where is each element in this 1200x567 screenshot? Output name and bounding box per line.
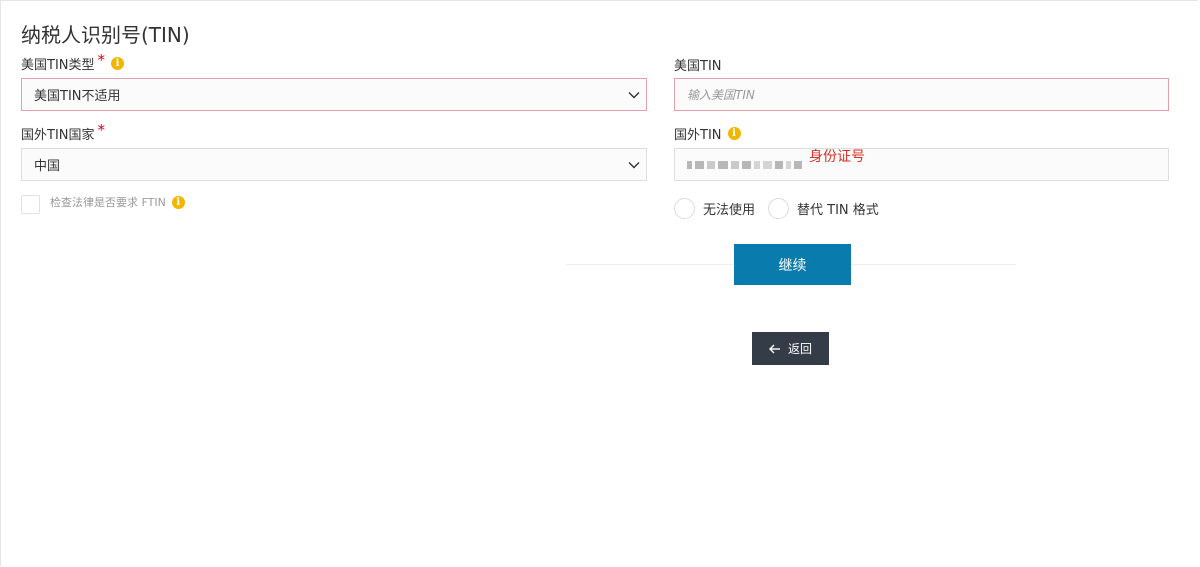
back-button[interactable]: 返回	[752, 332, 829, 365]
us-tin-placeholder: 输入美国TIN	[687, 88, 755, 102]
radio-button[interactable]	[768, 198, 789, 219]
required-mark: *	[97, 120, 106, 139]
us-tin-type-selected-value: 美国TIN不适用	[34, 89, 121, 104]
ftin-checkbox-label-text: 检查法律是否要求 FTIN	[50, 196, 166, 209]
ftin-checkbox[interactable]	[21, 195, 40, 214]
radio-option-unavailable[interactable]: 无法使用	[674, 198, 755, 219]
chevron-down-icon	[628, 92, 640, 99]
radio-label: 替代 TIN 格式	[797, 203, 879, 218]
foreign-tin-country-label: 国外TIN国家 *	[21, 120, 106, 144]
chevron-down-icon	[628, 162, 640, 169]
back-button-label: 返回	[787, 342, 812, 356]
foreign-tin-country-selected-value: 中国	[34, 159, 61, 174]
us-tin-label: 美国TIN	[674, 55, 722, 74]
us-tin-type-label: 美国TIN类型 * i	[21, 50, 124, 73]
redacted-value	[687, 160, 802, 169]
radio-label: 无法使用	[703, 203, 756, 218]
foreign-tin-country-label-text: 国外TIN国家	[21, 128, 95, 143]
us-tin-label-text: 美国TIN	[674, 59, 722, 74]
radio-option-alternate-format[interactable]: 替代 TIN 格式	[768, 198, 879, 219]
info-icon[interactable]: i	[727, 127, 741, 140]
foreign-tin-label: 国外TIN i	[674, 124, 741, 143]
info-icon[interactable]: i	[171, 195, 185, 209]
foreign-tin-label-text: 国外TIN	[674, 128, 722, 143]
us-tin-type-label-text: 美国TIN类型	[21, 58, 95, 73]
page-title: 纳税人识别号(TIN)	[21, 23, 190, 47]
tin-form-page: 纳税人识别号(TIN) 美国TIN类型 * i 美国TIN不适用 美国TIN 输…	[0, 0, 1198, 566]
required-mark: *	[97, 50, 106, 69]
continue-button[interactable]: 继续	[734, 244, 851, 285]
radio-button[interactable]	[674, 198, 695, 219]
ftin-checkbox-label: 检查法律是否要求 FTIN i	[50, 194, 185, 210]
annotation-id-number: 身份证号	[809, 149, 865, 165]
us-tin-input[interactable]: 输入美国TIN	[674, 78, 1169, 111]
foreign-tin-input[interactable]	[674, 148, 1169, 181]
arrow-left-icon	[768, 344, 780, 353]
foreign-tin-country-select[interactable]: 中国	[21, 148, 647, 181]
us-tin-type-select[interactable]: 美国TIN不适用	[21, 78, 647, 111]
info-icon[interactable]: i	[111, 57, 124, 70]
